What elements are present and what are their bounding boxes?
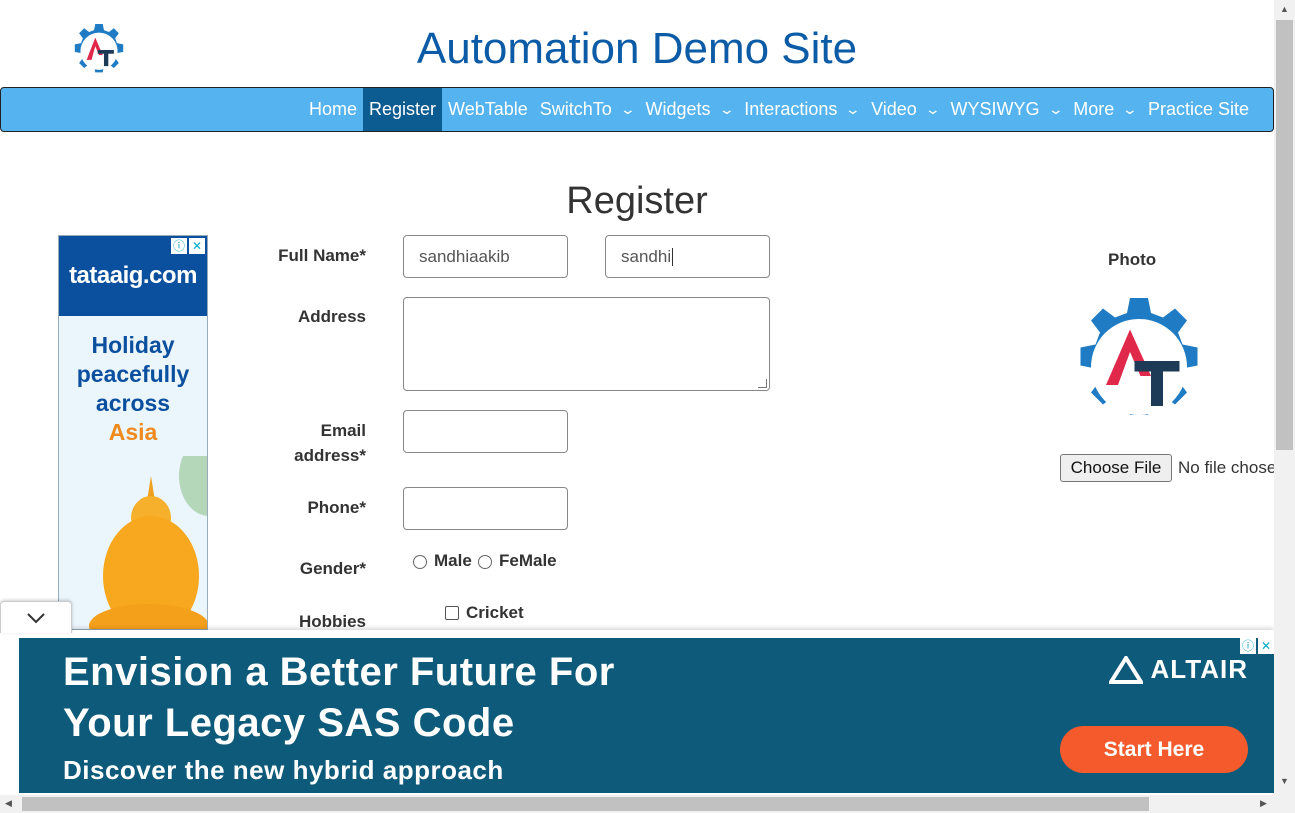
- photo-label: Photo: [1108, 250, 1157, 269]
- nav-menu: Home Register WebTable SwitchTo ⌄ Widgets ⌄ Int…: [303, 88, 1255, 131]
- hobby-cricket-checkbox[interactable]: [445, 606, 459, 620]
- chevron-down-icon: ⌄: [619, 101, 636, 117]
- start-here-button[interactable]: Start Here: [1060, 726, 1248, 773]
- buddha-image: [89, 456, 207, 629]
- gender-male-radio[interactable]: [413, 555, 427, 569]
- ad-controls: ⓘ ✕: [171, 238, 205, 254]
- vertical-scrollbar[interactable]: ▲ ▼: [1274, 0, 1295, 795]
- ad-headline-1: Envision a Better Future For: [63, 650, 615, 694]
- altair-logo: ALTAIR: [1108, 654, 1248, 685]
- site-title: Automation Demo Site: [416, 24, 858, 73]
- vertical-scroll-thumb[interactable]: [1276, 20, 1293, 450]
- horizontal-scroll-thumb[interactable]: [22, 797, 1149, 811]
- ad-left-line2: peacefully: [76, 361, 190, 387]
- nav-item-label: Register: [369, 99, 437, 119]
- altair-triangle-icon: [1108, 655, 1143, 684]
- ad-headline-2: Your Legacy SAS Code: [63, 701, 515, 745]
- ad-subline: Discover the new hybrid approach: [63, 755, 504, 785]
- nav-item-video[interactable]: Video ⌄: [865, 88, 944, 131]
- text-cursor: [672, 247, 674, 266]
- ad-close-icon[interactable]: ✕: [1258, 638, 1274, 654]
- scroll-up-icon[interactable]: ▲: [1280, 4, 1289, 14]
- address-label: Address: [297, 307, 366, 326]
- email-label: Email address*: [246, 418, 366, 468]
- ad-left-line1: Holiday: [91, 332, 175, 358]
- chevron-down-icon: ⌄: [1121, 101, 1139, 117]
- ad-left-line4: Asia: [108, 419, 158, 445]
- nav-item-label: Video: [871, 99, 917, 119]
- full-name-label: Full Name*: [278, 246, 366, 265]
- bottom-advertisement[interactable]: Envision a Better Future For Your Legacy…: [19, 638, 1274, 793]
- last-name-input[interactable]: sandhi: [605, 235, 770, 278]
- nav-item-label: WYSIWYG: [950, 99, 1040, 119]
- ad-left-line3: across: [95, 390, 171, 416]
- resize-handle-icon[interactable]: [758, 379, 767, 388]
- ad-info-icon[interactable]: ⓘ: [1240, 638, 1256, 654]
- gender-female-label[interactable]: FeMale: [499, 551, 557, 571]
- nav-item-more[interactable]: More ⌄: [1067, 88, 1142, 131]
- collapse-ad-button[interactable]: [0, 601, 72, 633]
- profile-photo-logo-icon: [1080, 298, 1198, 415]
- nav-item-switchto[interactable]: SwitchTo ⌄: [534, 88, 640, 131]
- first-name-input[interactable]: sandhiaakib: [403, 235, 568, 278]
- scroll-right-icon[interactable]: ▶: [1260, 798, 1267, 809]
- chevron-down-icon: ⌄: [845, 101, 862, 117]
- page-title: Register: [566, 180, 708, 222]
- last-name-value: sandhi: [621, 246, 672, 266]
- ad-close-icon[interactable]: ✕: [189, 238, 205, 254]
- gender-female-radio[interactable]: [478, 555, 492, 569]
- nav-item-label: Widgets: [645, 99, 711, 119]
- ad-info-icon[interactable]: ⓘ: [171, 238, 187, 254]
- nav-item-label: Interactions: [744, 99, 838, 119]
- address-textarea[interactable]: [403, 297, 770, 391]
- nav-item-practice-site[interactable]: Practice Site: [1142, 88, 1255, 131]
- nav-item-widgets[interactable]: Widgets ⌄: [640, 88, 739, 131]
- file-status-text: No file chosen: [1178, 458, 1274, 477]
- horizontal-scrollbar[interactable]: ◀ ▶: [0, 795, 1295, 813]
- nav-item-label: WebTable: [448, 99, 528, 119]
- nav-item-label: Home: [309, 99, 358, 119]
- nav-item-wysiwyg[interactable]: WYSIWYG ⌄: [945, 88, 1068, 131]
- phone-label: Phone*: [307, 498, 366, 517]
- main-navbar: Home Register WebTable SwitchTo ⌄ Widgets ⌄ Int…: [0, 87, 1274, 132]
- nav-item-interactions[interactable]: Interactions ⌄: [738, 88, 865, 131]
- nav-item-webtable[interactable]: WebTable: [442, 88, 534, 131]
- altair-brand: ALTAIR: [1150, 654, 1248, 684]
- choose-file-button[interactable]: Choose File: [1060, 454, 1172, 482]
- left-advertisement[interactable]: ⓘ ✕ tataaig.com Holiday peacefully acros…: [58, 235, 208, 630]
- gender-label: Gender*: [299, 559, 366, 578]
- email-label-line1: Email: [320, 421, 366, 440]
- chevron-down-icon: ⌄: [718, 101, 735, 117]
- email-input[interactable]: [403, 410, 568, 453]
- scroll-down-icon[interactable]: ▼: [1280, 776, 1289, 786]
- nav-item-register[interactable]: Register: [363, 88, 443, 131]
- hobby-cricket-label[interactable]: Cricket: [466, 603, 524, 623]
- phone-input[interactable]: [403, 487, 568, 530]
- nav-item-label: SwitchTo: [539, 99, 612, 119]
- nav-item-label: More: [1073, 99, 1115, 119]
- email-label-line2: address*: [294, 446, 366, 465]
- chevron-down-icon: ⌄: [1047, 101, 1064, 117]
- nav-item-label: Practice Site: [1148, 99, 1250, 119]
- chevron-down-icon: [27, 612, 45, 623]
- nav-item-home[interactable]: Home: [303, 88, 363, 131]
- ad-left-text: Holiday peacefully across Asia: [59, 316, 207, 447]
- gender-male-label[interactable]: Male: [434, 551, 472, 571]
- scroll-left-icon[interactable]: ◀: [5, 798, 12, 809]
- ad-bottom-controls: ⓘ ✕: [1240, 638, 1274, 654]
- chevron-down-icon: ⌄: [924, 101, 941, 117]
